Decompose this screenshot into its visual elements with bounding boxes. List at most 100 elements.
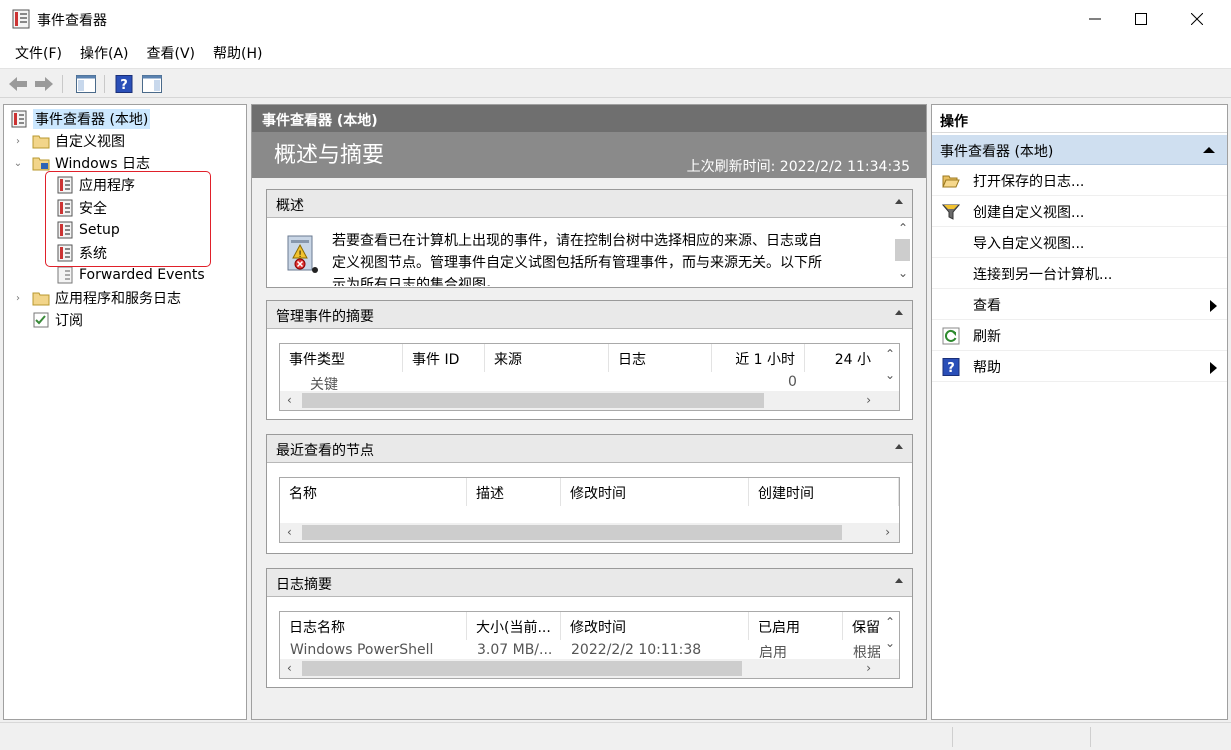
overview-vertical-scrollbar[interactable]: ⌃ ⌄ [893, 219, 912, 287]
actions-group-header[interactable]: 事件查看器 (本地) [932, 135, 1227, 165]
column-header[interactable]: 日志名称 [280, 612, 467, 640]
folder-icon [32, 135, 50, 149]
tree-item-custom-views[interactable]: 自定义视图 [32, 130, 125, 152]
expand-arrow[interactable]: › [13, 287, 23, 309]
scroll-up-icon[interactable]: ⌃ [885, 615, 895, 629]
grid-horizontal-scrollbar[interactable]: ‹ › [280, 523, 899, 542]
grid-vertical-scrollbar[interactable]: ⌃ ⌄ [880, 344, 899, 392]
action-refresh[interactable]: 刷新 [932, 321, 1227, 351]
scroll-thumb[interactable] [302, 525, 842, 540]
toolbar-separator [104, 75, 105, 93]
section-title: 概述 [276, 198, 304, 214]
section-header[interactable]: 日志摘要 [267, 569, 912, 597]
column-header[interactable]: 保留 [843, 612, 883, 640]
log-summary-grid: 日志名称 大小(当前... 修改时间 已启用 保留 Windows PowerS… [279, 611, 900, 679]
column-header[interactable]: 大小(当前... [467, 612, 561, 640]
column-header[interactable]: 日志 [609, 344, 712, 372]
action-import-custom-view[interactable]: 导入自定义视图... [932, 228, 1227, 258]
column-header[interactable]: 事件 ID [403, 344, 485, 372]
grid-horizontal-scrollbar[interactable]: ‹ › [280, 391, 899, 410]
scroll-down-icon[interactable]: ⌄ [898, 266, 908, 280]
column-header[interactable]: 创建时间 [749, 478, 899, 506]
column-header[interactable]: 修改时间 [561, 612, 749, 640]
column-header[interactable]: 已启用 [749, 612, 843, 640]
event-viewer-icon [11, 110, 27, 128]
actions-pane: 操作 事件查看器 (本地) 打开保存的日志... 创建自定义视图... 导入自定… [931, 104, 1228, 720]
recent-nodes-section: 最近查看的节点 名称 描述 修改时间 创建时间 ‹ › [266, 434, 913, 554]
back-arrow-icon [9, 77, 27, 91]
menu-help[interactable]: 帮助(H) [204, 43, 271, 63]
action-view[interactable]: 查看 [932, 290, 1227, 320]
menu-action[interactable]: 操作(A) [71, 43, 138, 63]
menu-file[interactable]: 文件(F) [6, 43, 71, 63]
scroll-right-icon[interactable]: › [885, 525, 890, 539]
tree-item-label: 订阅 [55, 313, 83, 329]
column-header[interactable]: 近 1 小时 [712, 344, 805, 372]
collapse-icon[interactable] [895, 444, 903, 449]
minimize-button[interactable] [1072, 0, 1118, 38]
section-title: 最近查看的节点 [276, 443, 374, 459]
folder-open-icon [942, 175, 960, 187]
event-viewer-app-icon [12, 9, 30, 29]
grid-horizontal-scrollbar[interactable]: ‹ › [280, 659, 899, 678]
column-header[interactable]: 名称 [280, 478, 467, 506]
back-button[interactable] [6, 72, 30, 96]
column-header[interactable]: 修改时间 [561, 478, 749, 506]
collapse-icon[interactable] [895, 199, 903, 204]
section-title: 管理事件的摘要 [276, 309, 374, 325]
scroll-left-icon[interactable]: ‹ [287, 525, 292, 539]
highlight-annotation-box [45, 171, 211, 267]
column-header[interactable]: 事件类型 [280, 344, 403, 372]
scroll-down-icon[interactable]: ⌄ [885, 636, 895, 650]
scroll-up-icon[interactable]: ⌃ [885, 347, 895, 361]
blank-icon [942, 265, 960, 283]
submenu-arrow-icon [1210, 300, 1217, 312]
maximize-button[interactable] [1118, 0, 1164, 38]
action-label: 刷新 [973, 328, 1001, 345]
scroll-right-icon[interactable]: › [866, 393, 871, 407]
scroll-thumb[interactable] [302, 393, 764, 408]
column-header[interactable]: 描述 [467, 478, 561, 506]
svg-text:?: ? [947, 361, 955, 376]
show-hide-action-pane-button[interactable] [140, 72, 164, 96]
action-create-custom-view[interactable]: 创建自定义视图... [932, 197, 1227, 227]
help-toolbar-button[interactable]: ? [112, 72, 136, 96]
grid-vertical-scrollbar[interactable]: ⌃ ⌄ [880, 612, 899, 660]
column-header[interactable]: 24 小 [805, 344, 881, 372]
collapse-icon[interactable] [895, 578, 903, 583]
toolbar: ? [0, 68, 1231, 98]
action-open-saved-log[interactable]: 打开保存的日志... [932, 166, 1227, 196]
tree-item-label: Windows 日志 [55, 156, 150, 172]
forward-button[interactable] [32, 72, 56, 96]
scroll-down-icon[interactable]: ⌄ [885, 368, 895, 382]
section-header[interactable]: 概述 [267, 190, 912, 218]
actions-group-title: 事件查看器 (本地) [940, 144, 1054, 160]
scroll-up-icon[interactable]: ⌃ [898, 221, 908, 235]
scroll-right-icon[interactable]: › [866, 661, 871, 675]
menu-bar: 文件(F) 操作(A) 查看(V) 帮助(H) [0, 38, 1231, 68]
close-button[interactable] [1174, 0, 1220, 38]
collapse-arrow[interactable]: ⌄ [13, 152, 23, 174]
collapse-icon[interactable] [895, 310, 903, 315]
show-hide-tree-button[interactable] [74, 72, 98, 96]
action-connect-computer[interactable]: 连接到另一台计算机... [932, 259, 1227, 289]
collapse-icon[interactable] [1203, 147, 1215, 153]
tree-item-root[interactable]: 事件查看器 (本地) [10, 108, 151, 130]
tree-item-subscriptions[interactable]: 订阅 [32, 309, 83, 331]
tree-item-forwarded-events[interactable]: Forwarded Events [56, 264, 205, 286]
scroll-thumb[interactable] [302, 661, 742, 676]
grid-cell: 2022/2/2 10:11:38 [571, 642, 702, 658]
menu-view[interactable]: 查看(V) [138, 43, 205, 63]
scroll-left-icon[interactable]: ‹ [287, 393, 292, 407]
column-header[interactable]: 来源 [485, 344, 609, 372]
scroll-thumb[interactable] [895, 239, 910, 261]
section-header[interactable]: 管理事件的摘要 [267, 301, 912, 329]
action-label: 导入自定义视图... [973, 235, 1085, 252]
action-help[interactable]: ? 帮助 [932, 352, 1227, 382]
overview-title: 概述与摘要 [274, 143, 385, 168]
overview-text-line: 示为所有日志的集合视图。 [332, 277, 500, 286]
tree-item-app-service-logs[interactable]: 应用程序和服务日志 [32, 287, 181, 309]
scroll-left-icon[interactable]: ‹ [287, 661, 292, 675]
expand-arrow[interactable]: › [13, 130, 23, 152]
section-header[interactable]: 最近查看的节点 [267, 435, 912, 463]
